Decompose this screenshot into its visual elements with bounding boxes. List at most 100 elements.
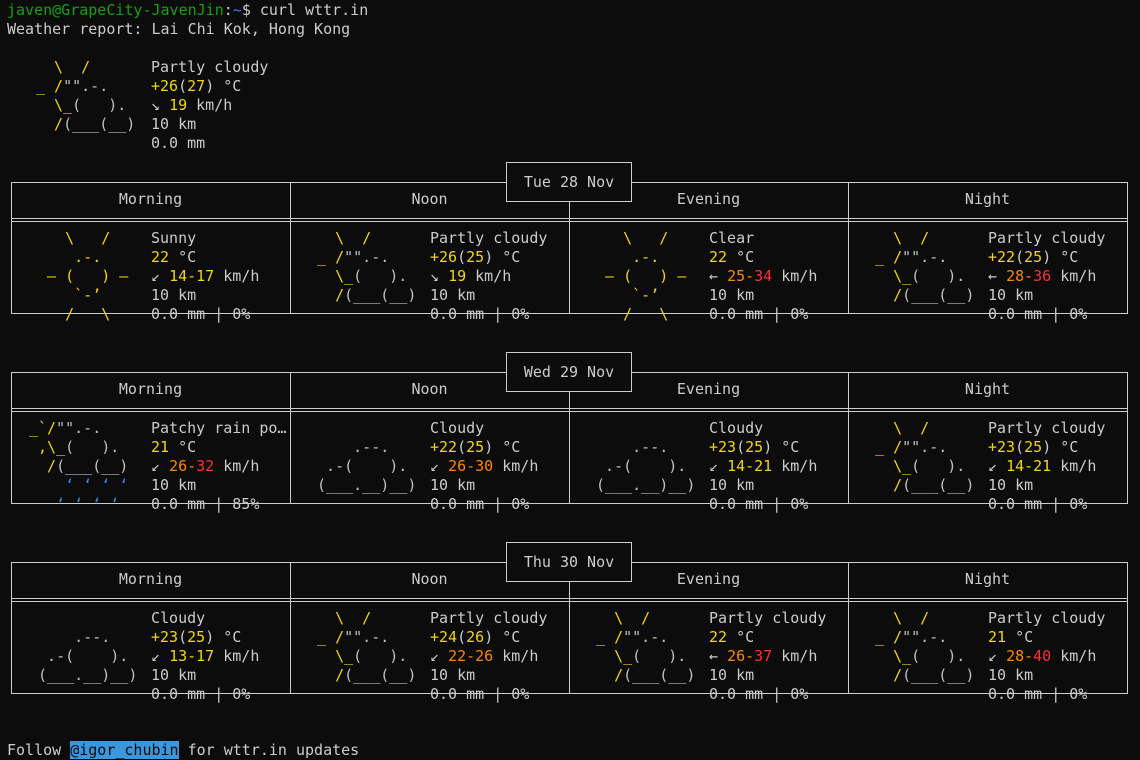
slot-temp: 21 (988, 628, 1007, 646)
prompt-separator: : (223, 1, 233, 19)
footer: Follow @igor_chubin for wttr.in updates (7, 741, 359, 760)
slot-wind-low: 14 (169, 267, 188, 285)
slot-wind-high: 17 (196, 647, 215, 665)
slot-condition: Patchy rain po… (151, 419, 287, 437)
slot-feels: 25 (1024, 438, 1043, 456)
slot-precip: 0.0 mm | 0% (151, 305, 251, 323)
slot-condition: Partly cloudy (430, 229, 548, 247)
period-night: Night (964, 570, 1011, 588)
slot-unit: °C (781, 438, 800, 456)
slot-feels: 26 (466, 628, 485, 646)
slot-temp: +23 (709, 438, 737, 456)
cloudy-icon: .--. .-( ). (___.__)__) (29, 628, 147, 684)
patchy-rain-icon: _`/"".-. ,\_( ). /(___(__) ‘ ‘ ‘ ‘ ‘ ‘ ‘… (29, 419, 129, 513)
slot-wind-high: 37 (754, 647, 773, 665)
slot-precip: 0.0 mm | 0% (988, 305, 1088, 323)
slot-unit: °C (178, 248, 197, 266)
slot-wind-high: 30 (475, 457, 494, 475)
slot-temp: +23 (151, 628, 179, 646)
slot-unit: °C (223, 628, 242, 646)
slot-wind-arrow: ↘ (430, 267, 440, 285)
slot-condition: Cloudy (709, 419, 764, 437)
slot-wind-low: 14 (727, 457, 746, 475)
slot-feels: 25 (187, 628, 206, 646)
slot-unit: °C (736, 248, 755, 266)
slot-visibility: 10 km (151, 286, 197, 304)
slot-wind-arrow: ↙ (430, 647, 440, 665)
slot-info: Partly cloudy 22 °C ← 26-37 km/h 10 km 0… (709, 609, 827, 703)
slot-wind-unit: km/h (502, 457, 539, 475)
slot-wind-arrow: ← (988, 267, 998, 285)
slot-wind-high: 40 (1033, 647, 1052, 665)
slot-condition: Partly cloudy (988, 229, 1106, 247)
slot-wind-arrow: ↙ (151, 457, 161, 475)
slot-temp: +23 (988, 438, 1016, 456)
slot-wind-arrow: ↙ (151, 647, 161, 665)
slot-unit: °C (1015, 628, 1034, 646)
partly-cloudy-icon: \ / _ /"".-. \_( ). /(___(__) (866, 609, 975, 684)
slot-info: Cloudy +23(25) °C ↙ 14-21 km/h 10 km 0.0… (709, 419, 818, 513)
slot-condition: Clear (709, 229, 755, 247)
slot-wind-unit: km/h (1060, 267, 1097, 285)
prompt-line: javen@GrapeCity-JavenJin:~$ curl wttr.in (7, 1, 368, 20)
slot-wind-unit: km/h (475, 267, 512, 285)
slot-feels: 25 (745, 438, 764, 456)
slot-condition: Sunny (151, 229, 197, 247)
slot-temp: +22 (988, 248, 1016, 266)
current-unit: °C (223, 77, 242, 95)
slot-wind-low: 26 (727, 647, 746, 665)
slot-info: Sunny 22 °C ↙ 14-17 km/h 10 km 0.0 mm | … (151, 229, 260, 323)
slot-info: Clear 22 °C ← 25-34 km/h 10 km 0.0 mm | … (709, 229, 818, 323)
slot-wind-unit: km/h (223, 457, 260, 475)
current-visibility: 10 km (151, 115, 197, 133)
slot-wind-low: 26 (448, 457, 467, 475)
slot-precip: 0.0 mm | 0% (709, 305, 809, 323)
slot-unit: °C (502, 438, 521, 456)
slot-visibility: 10 km (709, 476, 755, 494)
partly-cloudy-icon: \ / _ /"".-. \_( ). /(___(__) (36, 58, 136, 133)
slot-wind-high: 34 (754, 267, 773, 285)
current-wind: 19 (169, 96, 188, 114)
period-morning: Morning (118, 190, 183, 208)
slot-wind-unit: km/h (223, 267, 260, 285)
slot-temp: 22 (709, 628, 728, 646)
slot-wind-high: 26 (475, 647, 494, 665)
prompt-sign: $ (241, 1, 260, 19)
slot-temp: +24 (430, 628, 458, 646)
slot-wind-unit: km/h (781, 647, 818, 665)
slot-wind-high: 21 (754, 457, 773, 475)
slot-precip: 0.0 mm | 0% (988, 685, 1088, 703)
slot-info: Partly cloudy +23(25) °C ↙ 14-21 km/h 10… (988, 419, 1106, 513)
slot-info: Partly cloudy +26(25) °C ↘ 19 km/h 10 km… (430, 229, 548, 323)
cloudy-icon: .--. .-( ). (___.__)__) (587, 438, 705, 494)
slot-precip: 0.0 mm | 0% (709, 685, 809, 703)
slot-wind-low: 25 (727, 267, 746, 285)
partly-cloudy-icon: \ / _ /"".-. \_( ). /(___(__) (308, 229, 417, 304)
prompt-user: javen@GrapeCity-JavenJin (7, 1, 224, 19)
slot-visibility: 10 km (430, 286, 476, 304)
slot-wind-low: 14 (1006, 457, 1025, 475)
slot-wind-high: 17 (196, 267, 215, 285)
slot-wind-unit: km/h (781, 267, 818, 285)
slot-wind-high: 32 (196, 457, 215, 475)
period-noon: Noon (411, 190, 448, 208)
slot-temp: +26 (430, 248, 458, 266)
partly-cloudy-icon: \ / _ /"".-. \_( ). /(___(__) (866, 419, 975, 494)
prompt-path: ~ (232, 1, 242, 19)
partly-cloudy-icon: \ / _ /"".-. \_( ). /(___(__) (587, 609, 696, 684)
footer-prefix: Follow (7, 741, 71, 759)
slot-precip: 0.0 mm | 85% (151, 495, 260, 513)
slot-visibility: 10 km (151, 476, 197, 494)
slot-precip: 0.0 mm | 0% (709, 495, 809, 513)
author-link[interactable]: @igor_chubin (70, 741, 179, 759)
slot-wind-arrow: ← (709, 647, 719, 665)
slot-wind-high: 36 (1033, 267, 1052, 285)
slot-unit: °C (502, 248, 521, 266)
slot-wind-arrow: ↙ (430, 457, 440, 475)
slot-precip: 0.0 mm | 0% (988, 495, 1088, 513)
slot-condition: Cloudy (430, 419, 485, 437)
partly-cloudy-icon: \ / _ /"".-. \_( ). /(___(__) (866, 229, 975, 304)
partly-cloudy-icon: \ / _ /"".-. \_( ). /(___(__) (308, 609, 417, 684)
slot-wind-unit: km/h (223, 647, 260, 665)
slot-precip: 0.0 mm | 0% (430, 495, 530, 513)
